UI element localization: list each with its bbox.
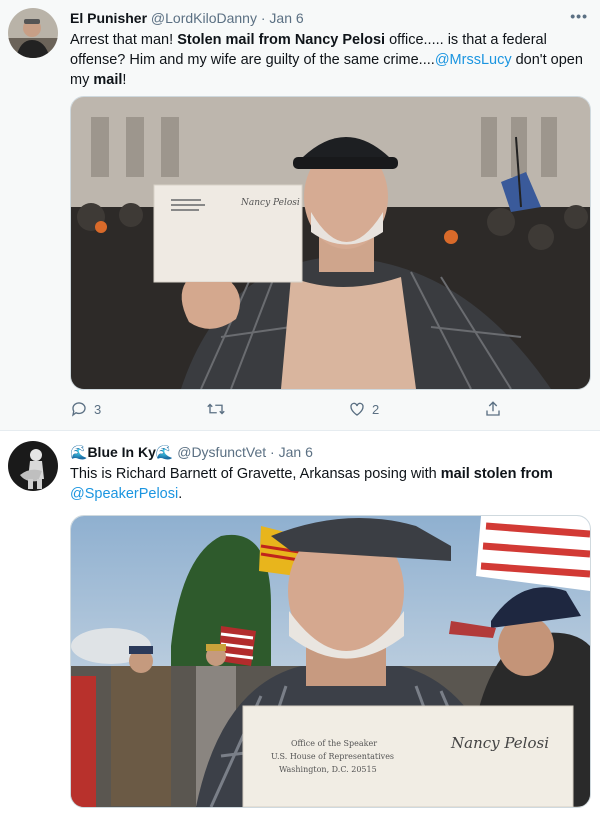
avatar[interactable] xyxy=(8,8,58,58)
display-name[interactable]: El Punisher xyxy=(70,10,147,26)
separator: · xyxy=(270,444,275,460)
tweet-actions: 3 2 xyxy=(70,400,510,420)
separator: · xyxy=(260,10,266,26)
handle[interactable]: @LordKiloDanny xyxy=(151,10,257,26)
share-button[interactable] xyxy=(484,400,502,418)
wave-icon: 🌊 xyxy=(155,444,174,460)
more-icon[interactable]: ••• xyxy=(570,8,588,24)
tweet-2[interactable]: 🌊Blue In Ky🌊 @DysfunctVet · Jan 6 This i… xyxy=(0,431,600,814)
reply-icon xyxy=(71,402,86,417)
tweet-date[interactable]: Jan 6 xyxy=(279,444,313,460)
tweet-text: Arrest that man! Stolen mail from Nancy … xyxy=(70,32,583,88)
mention-link[interactable]: @MrssLucy xyxy=(435,52,512,68)
display-name[interactable]: Blue In Ky xyxy=(87,444,155,460)
reply-count: 3 xyxy=(94,401,102,417)
like-button[interactable]: 2 xyxy=(348,400,379,418)
envelope-return-line-3: Washington, D.C. 20515 xyxy=(279,765,377,774)
avatar[interactable] xyxy=(8,441,58,491)
heart-icon xyxy=(350,402,364,416)
retweet-button[interactable] xyxy=(206,400,232,418)
tweet-date[interactable]: Jan 6 xyxy=(269,10,303,26)
retweet-icon xyxy=(207,403,225,415)
tweet-photo[interactable]: Nancy Pelosi xyxy=(70,96,591,390)
like-count: 2 xyxy=(372,401,380,417)
reply-button[interactable]: 3 xyxy=(70,400,101,418)
wave-icon: 🌊 xyxy=(70,444,88,460)
share-icon xyxy=(486,401,500,416)
mention-link[interactable]: @SpeakerPelosi xyxy=(70,486,178,502)
envelope-return-line-1: Office of the Speaker xyxy=(291,739,377,748)
tweet-photo[interactable]: Office of the Speaker U.S. House of Repr… xyxy=(70,515,591,808)
envelope-return-line-2: U.S. House of Representatives xyxy=(271,752,394,761)
tweet-text: This is Richard Barnett of Gravette, Ark… xyxy=(70,466,553,502)
tweet-1[interactable]: El Punisher @LordKiloDanny · Jan 6 ••• A… xyxy=(0,0,600,431)
envelope-signature: Nancy Pelosi xyxy=(450,734,549,752)
envelope-label: Nancy Pelosi xyxy=(240,198,300,208)
handle[interactable]: @DysfunctVet xyxy=(177,444,266,460)
